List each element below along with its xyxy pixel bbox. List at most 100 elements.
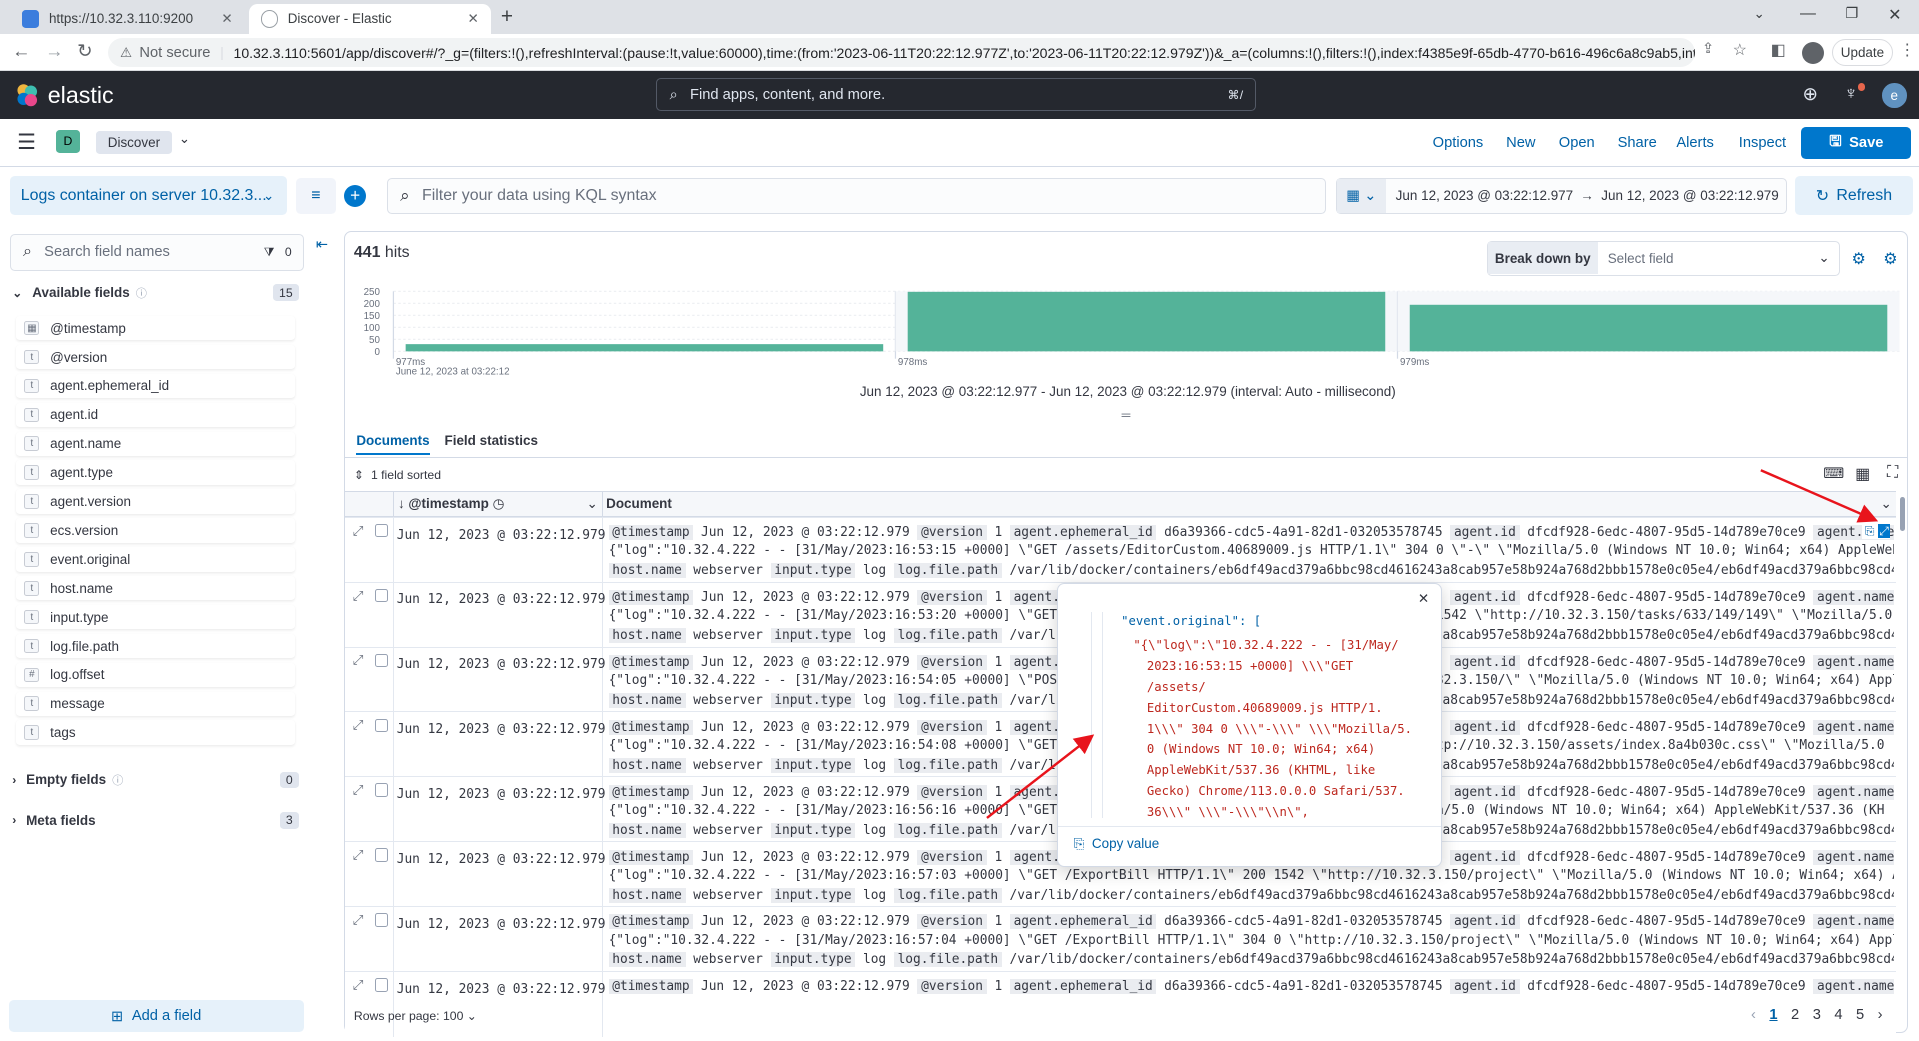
- table-row[interactable]: ⤢ Jun 12, 2023 @ 03:22:12.979 @timestamp J…: [345, 906, 1896, 973]
- tab-documents[interactable]: Documents: [356, 433, 430, 456]
- field-item[interactable]: t agent.id: [15, 402, 296, 428]
- field-item[interactable]: # log.offset: [15, 662, 296, 688]
- page-2[interactable]: 2: [1791, 1007, 1799, 1023]
- share-page-icon[interactable]: ⇪: [1702, 40, 1714, 57]
- restore-icon[interactable]: ❐: [1845, 5, 1858, 22]
- field-item[interactable]: t agent.version: [15, 489, 296, 514]
- fullscreen-icon[interactable]: ⛶: [1887, 464, 1898, 482]
- refresh-button[interactable]: ↻ Refresh: [1795, 176, 1913, 216]
- help-icon[interactable]: ⊕: [1802, 83, 1817, 105]
- browser-tab-elasticsearch[interactable]: https://10.32.3.110:9200 ✕: [10, 4, 245, 35]
- profile-icon[interactable]: [1802, 41, 1825, 64]
- expand-icon[interactable]: ⤢: [353, 912, 364, 928]
- breadcrumb[interactable]: Discover: [95, 131, 173, 155]
- forward-icon[interactable]: →: [45, 40, 63, 62]
- page-1[interactable]: 1: [1769, 1007, 1777, 1023]
- filter-count[interactable]: ⧩ 0: [264, 245, 292, 260]
- meta-fields-header[interactable]: › Meta fields 3: [12, 812, 301, 829]
- sidepanel-icon[interactable]: ◧: [1771, 40, 1786, 60]
- field-item[interactable]: t agent.name: [15, 431, 296, 456]
- close-icon[interactable]: ✕: [1418, 591, 1429, 607]
- close-icon[interactable]: ✕: [221, 11, 232, 27]
- expand-icon[interactable]: ⤢: [353, 588, 364, 604]
- chevron-down-icon[interactable]: ⌄: [1753, 6, 1764, 22]
- field-item[interactable]: t agent.type: [15, 460, 296, 485]
- close-icon[interactable]: ✕: [467, 11, 478, 27]
- filter-menu-icon[interactable]: ≡: [296, 177, 336, 215]
- field-item[interactable]: t input.type: [15, 604, 296, 630]
- next-page-icon[interactable]: ›: [1878, 1007, 1883, 1023]
- table-row[interactable]: ⤢ Jun 12, 2023 @ 03:22:12.979 @timestamp J…: [345, 516, 1896, 583]
- reload-icon[interactable]: ↻: [77, 40, 92, 62]
- field-item[interactable]: ▦ @timestamp: [15, 315, 296, 341]
- chevron-down-icon[interactable]: ⌄: [1881, 496, 1892, 512]
- new-link[interactable]: New: [1506, 135, 1535, 151]
- copy-icon[interactable]: ⎘: [1865, 524, 1875, 538]
- resize-handle-icon[interactable]: ═: [1122, 408, 1131, 422]
- expand-icon[interactable]: ⤢: [353, 977, 364, 993]
- breakdown-selector[interactable]: Break down by Select field ⌄: [1486, 241, 1841, 276]
- minimize-icon[interactable]: —: [1800, 5, 1816, 23]
- expand-cell-icon[interactable]: ⤢: [1878, 523, 1891, 538]
- row-checkbox[interactable]: [374, 653, 389, 668]
- table-scrollbar[interactable]: [1900, 497, 1906, 532]
- alerts-link[interactable]: Alerts: [1676, 135, 1714, 151]
- open-link[interactable]: Open: [1559, 135, 1595, 151]
- row-checkbox[interactable]: [374, 588, 389, 603]
- news-feed-icon[interactable]: ♆: [1844, 82, 1858, 104]
- field-item[interactable]: t agent.ephemeral_id: [15, 373, 296, 399]
- cell-actions[interactable]: ⎘ ⤢: [1862, 523, 1891, 539]
- row-checkbox[interactable]: [374, 523, 389, 538]
- column-header-document[interactable]: Document: [606, 496, 672, 511]
- field-item[interactable]: t ecs.version: [15, 518, 296, 543]
- field-item[interactable]: t tags: [15, 720, 296, 745]
- row-checkbox[interactable]: [374, 848, 389, 862]
- close-window-icon[interactable]: ✕: [1888, 5, 1901, 25]
- data-view-selector[interactable]: Logs container on server 10.32.3... ⌄: [9, 176, 287, 216]
- time-from[interactable]: Jun 12, 2023 @ 03:22:12.977: [1396, 188, 1573, 203]
- field-item[interactable]: t event.original: [15, 547, 296, 572]
- tab-field-statistics[interactable]: Field statistics: [444, 433, 537, 448]
- inspect-link[interactable]: Inspect: [1739, 135, 1786, 151]
- density-icon[interactable]: ▦: [1855, 464, 1870, 484]
- update-button[interactable]: Update: [1831, 39, 1894, 67]
- options-link[interactable]: Options: [1433, 135, 1484, 151]
- new-tab-icon[interactable]: +: [501, 5, 513, 29]
- menu-hamburger-icon[interactable]: ☰: [17, 130, 36, 155]
- prev-page-icon[interactable]: ‹: [1751, 1007, 1756, 1023]
- back-icon[interactable]: ←: [12, 40, 30, 62]
- time-picker[interactable]: ▦ ⌄ Jun 12, 2023 @ 03:22:12.977 → Jun 12…: [1335, 177, 1787, 215]
- chevron-down-icon[interactable]: ⌄: [587, 496, 598, 512]
- expand-icon[interactable]: ⤢: [353, 782, 364, 798]
- gear-icon[interactable]: ⚙: [1883, 249, 1897, 269]
- expand-icon[interactable]: ⤢: [353, 652, 364, 668]
- page-5[interactable]: 5: [1856, 1007, 1864, 1023]
- avatar[interactable]: e: [1882, 83, 1907, 108]
- address-bar[interactable]: ⚠ Not secure | 10.32.3.110:5601/app/disc…: [107, 37, 1695, 68]
- row-checkbox[interactable]: [374, 978, 389, 992]
- expand-icon[interactable]: ⤢: [353, 717, 364, 733]
- row-checkbox[interactable]: [374, 718, 389, 732]
- empty-fields-header[interactable]: › Empty fields ⓘ 0: [12, 771, 301, 789]
- bookmark-star-icon[interactable]: ☆: [1733, 40, 1747, 60]
- page-4[interactable]: 4: [1834, 1007, 1842, 1023]
- row-checkbox[interactable]: [374, 783, 389, 797]
- global-search-input[interactable]: ⌕ Find apps, content, and more. ⌘/: [656, 78, 1257, 112]
- expand-icon[interactable]: ⤢: [353, 523, 364, 539]
- share-link[interactable]: Share: [1618, 135, 1657, 151]
- copy-value-button[interactable]: ⎘ Copy value: [1074, 836, 1160, 852]
- collapse-sidebar-icon[interactable]: ⇤: [316, 236, 328, 253]
- field-item[interactable]: t log.file.path: [15, 633, 296, 659]
- settings-sliders-icon[interactable]: ⚙: [1851, 249, 1865, 269]
- add-field-button[interactable]: ⊞ Add a field: [8, 1000, 304, 1033]
- row-checkbox[interactable]: [374, 913, 389, 927]
- available-fields-header[interactable]: ⌄ Available fields ⓘ 15: [12, 284, 301, 301]
- browser-tab-discover[interactable]: Discover - Elastic ✕: [248, 3, 491, 35]
- time-to[interactable]: Jun 12, 2023 @ 03:22:12.979: [1601, 188, 1778, 203]
- sorted-indicator[interactable]: ⇕ 1 field sorted: [354, 468, 441, 482]
- table-row[interactable]: ⤢ Jun 12, 2023 @ 03:22:12.979 @timestamp J…: [345, 971, 1896, 1037]
- elastic-logo-icon[interactable]: [15, 83, 39, 107]
- column-header-timestamp[interactable]: ↓ @timestamp ◷: [398, 496, 504, 512]
- kebab-menu-icon[interactable]: ⋮: [1899, 40, 1915, 60]
- page-3[interactable]: 3: [1813, 1007, 1821, 1023]
